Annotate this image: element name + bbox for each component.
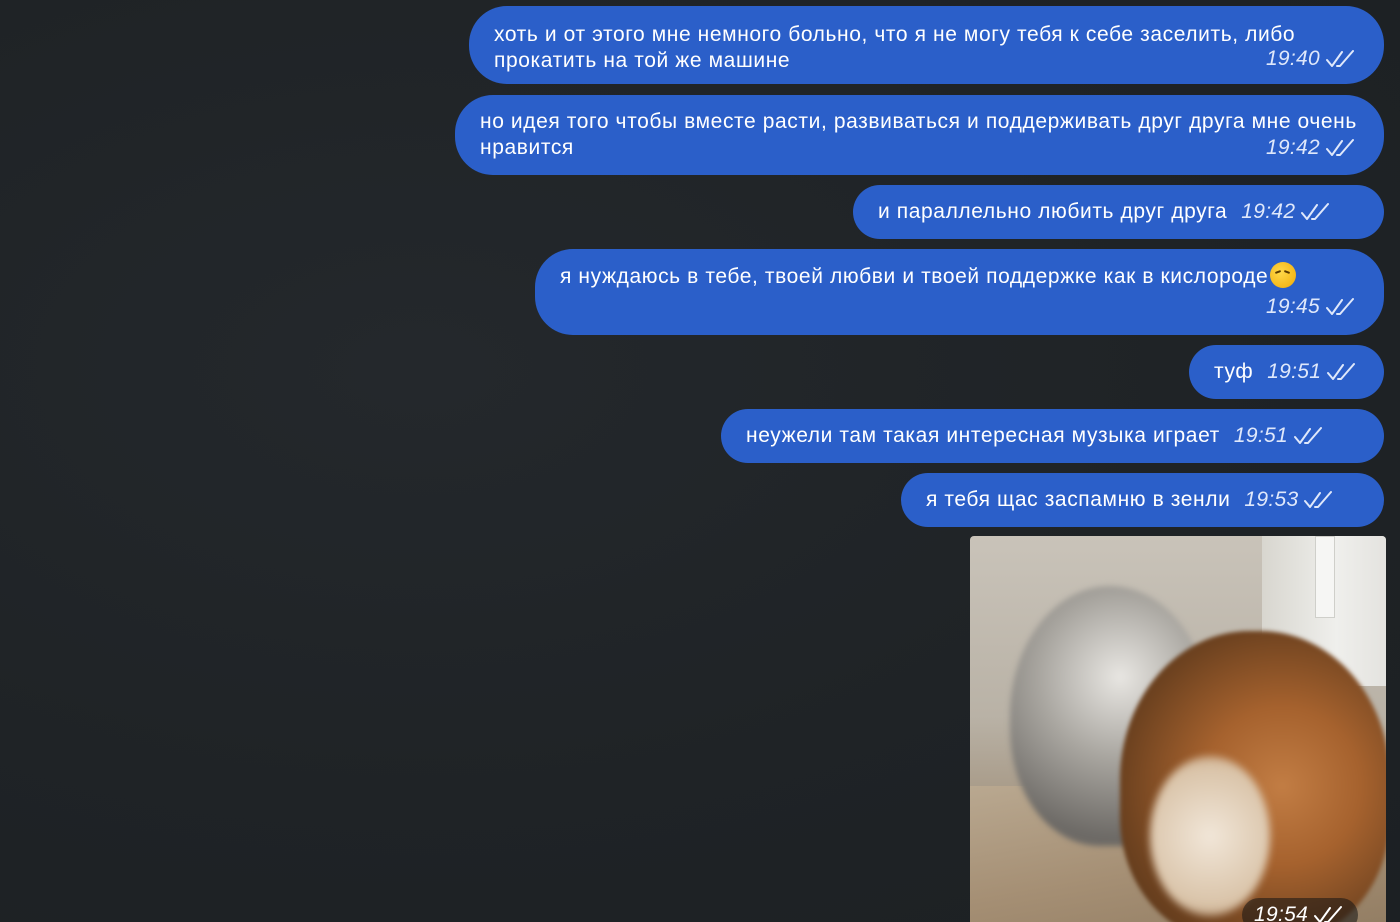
message-time: 19:42 xyxy=(1241,200,1296,223)
message-text: неужели там такая интересная музыка игра… xyxy=(746,424,1220,447)
message-meta: 19:53 xyxy=(1244,487,1334,513)
chat-view[interactable]: хоть и от этого мне немного больно, что … xyxy=(0,0,1400,922)
message-bubble[interactable]: неужели там такая интересная музыка игра… xyxy=(721,409,1384,463)
double-check-icon xyxy=(1326,50,1354,67)
message-time: 19:53 xyxy=(1244,488,1299,511)
message-meta: 19:42 xyxy=(1266,135,1356,161)
gif-cats-fighting[interactable] xyxy=(970,536,1386,922)
double-check-icon xyxy=(1326,298,1354,315)
double-check-icon xyxy=(1304,491,1333,508)
message-meta: 19:51 xyxy=(1267,359,1357,385)
message-text: я нуждаюсь в тебе, твоей любви и твоей п… xyxy=(560,265,1269,288)
dizzy-face-emoji-icon xyxy=(1270,262,1297,288)
message-meta: 19:45 xyxy=(1266,294,1356,320)
message-text: но идея того чтобы вместе расти, развива… xyxy=(480,110,1357,159)
message-text: и параллельно любить друг друга xyxy=(878,200,1228,223)
message-bubble[interactable]: я нуждаюсь в тебе, твоей любви и твоей п… xyxy=(535,249,1384,335)
message-text: хоть и от этого мне немного больно, что … xyxy=(494,23,1296,72)
message-time: 19:51 xyxy=(1233,424,1288,447)
double-check-icon xyxy=(1314,906,1343,922)
message-bubble[interactable]: я тебя щас заспамню в зенли 19:53 xyxy=(901,473,1384,527)
message-time: 19:54 xyxy=(1254,903,1309,922)
message-time: 19:51 xyxy=(1267,360,1322,383)
double-check-icon xyxy=(1326,139,1354,156)
message-bubble[interactable]: но идея того чтобы вместе расти, развива… xyxy=(455,95,1384,175)
message-meta: 19:42 xyxy=(1241,199,1331,225)
message-text: я тебя щас заспамню в зенли xyxy=(926,488,1231,511)
message-bubble[interactable]: туф 19:51 xyxy=(1189,345,1384,399)
message-bubble[interactable]: хоть и от этого мне немного больно, что … xyxy=(469,6,1384,84)
message-time: 19:45 xyxy=(1265,295,1320,318)
double-check-icon xyxy=(1327,363,1356,380)
double-check-icon xyxy=(1301,203,1330,220)
message-time: 19:40 xyxy=(1265,47,1320,70)
orange-cat-belly-shape xyxy=(1150,756,1270,916)
message-meta: 19:51 xyxy=(1234,423,1324,449)
message-time: 19:42 xyxy=(1265,136,1320,159)
message-bubble[interactable]: и параллельно любить друг друга 19:42 xyxy=(853,185,1384,239)
message-text: туф xyxy=(1214,360,1254,383)
media-meta: 19:54 xyxy=(1242,898,1359,922)
photo-door xyxy=(1315,536,1335,618)
double-check-icon xyxy=(1293,427,1322,444)
message-meta: 19:40 xyxy=(1266,46,1356,72)
